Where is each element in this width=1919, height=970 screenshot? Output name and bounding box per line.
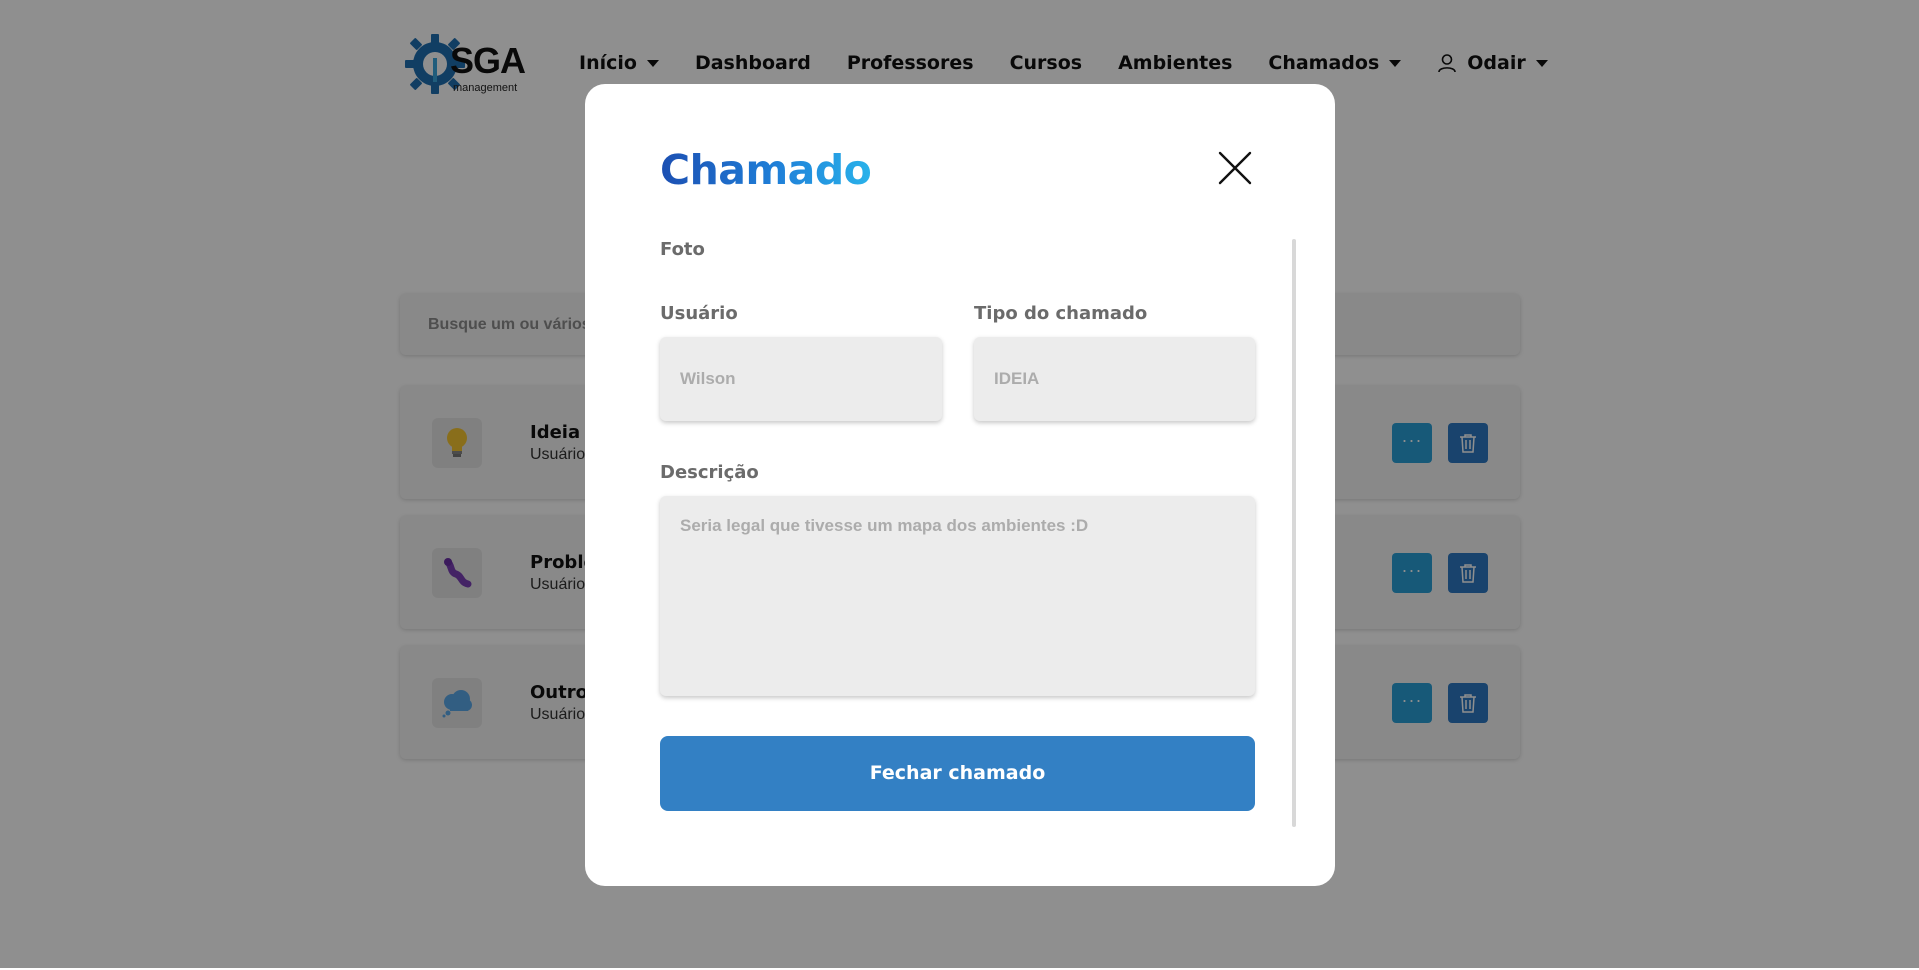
description-label: Descrição	[660, 462, 759, 483]
description-field[interactable]: Seria legal que tivesse um mapa dos ambi…	[660, 496, 1255, 696]
modal-title: Chamado	[660, 146, 872, 194]
modal-scrollbar[interactable]	[1292, 239, 1296, 827]
ticket-type-label: Tipo do chamado	[974, 303, 1148, 324]
photo-label: Foto	[660, 239, 705, 260]
user-field[interactable]: Wilson	[660, 337, 942, 421]
close-icon	[1218, 151, 1252, 185]
ticket-modal: Chamado Foto Usuário Wilson Tipo do cham…	[585, 84, 1335, 886]
close-ticket-button[interactable]: Fechar chamado	[660, 736, 1255, 811]
ticket-type-field[interactable]: IDEIA	[974, 337, 1255, 421]
close-button[interactable]	[1217, 150, 1253, 186]
user-label: Usuário	[660, 303, 738, 324]
